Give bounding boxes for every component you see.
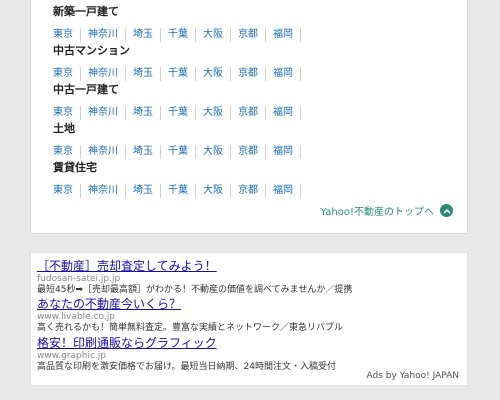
area-link-osaka[interactable]: 大阪: [196, 184, 231, 198]
area-link-chiba[interactable]: 千葉: [161, 184, 196, 198]
area-link-kyoto[interactable]: 京都: [231, 67, 266, 81]
area-link-kyoto[interactable]: 京都: [231, 145, 266, 159]
ad-title-link[interactable]: 格安！印刷通販ならグラフィック: [37, 336, 336, 351]
category-title: 賃貸住宅: [53, 161, 97, 174]
area-link-tokyo[interactable]: 東京: [53, 67, 81, 81]
area-link-kanagawa[interactable]: 神奈川: [81, 106, 126, 120]
ad-title-link[interactable]: あなたの不動産今いくら？: [37, 297, 343, 312]
category-title: 中古一戸建て: [53, 83, 119, 96]
category-rental: 賃貸住宅 東京 神奈川 埼玉 千葉 大阪 京都 福岡: [53, 161, 301, 198]
ad-item: あなたの不動産今いくら？ www.livable.co.jp 高く売れるかも！簡…: [37, 297, 343, 334]
area-link-kanagawa[interactable]: 神奈川: [81, 145, 126, 159]
area-links: 東京 神奈川 埼玉 千葉 大阪 京都 福岡: [53, 106, 301, 120]
category-title: 新築一戸建て: [53, 5, 119, 18]
ad-description: 高く売れるかも！簡単無料査定。豊富な実績とネットワーク／東急リバブル: [37, 323, 344, 333]
area-link-osaka[interactable]: 大阪: [196, 106, 231, 120]
chevron-up-circle-icon: [440, 204, 453, 217]
ad-url: www.graphic.jp: [37, 351, 106, 361]
area-link-kanagawa[interactable]: 神奈川: [81, 67, 126, 81]
area-links: 東京 神奈川 埼玉 千葉 大阪 京都 福岡: [53, 184, 301, 198]
area-link-osaka[interactable]: 大阪: [196, 145, 231, 159]
area-link-chiba[interactable]: 千葉: [161, 28, 196, 42]
area-link-fukuoka[interactable]: 福岡: [266, 67, 301, 81]
area-link-fukuoka[interactable]: 福岡: [266, 106, 301, 120]
ad-title-link[interactable]: ［不動産］売却査定してみよう！: [37, 259, 352, 274]
area-link-saitama[interactable]: 埼玉: [126, 184, 161, 198]
area-links-card: 新築一戸建て 東京 神奈川 埼玉 千葉 大阪 京都 福岡 中古マンション 東京 …: [30, 0, 468, 234]
area-link-osaka[interactable]: 大阪: [196, 28, 231, 42]
area-link-tokyo[interactable]: 東京: [53, 184, 81, 198]
area-link-saitama[interactable]: 埼玉: [126, 28, 161, 42]
top-link-label: Yahoo!不動産のトップへ: [320, 207, 434, 218]
area-link-fukuoka[interactable]: 福岡: [266, 28, 301, 42]
area-link-kyoto[interactable]: 京都: [231, 28, 266, 42]
ad-description: 最短45秒➡［売却最高額］がわかる！不動産の価値を調べてみませんか／提携: [37, 285, 353, 295]
category-land: 土地 東京 神奈川 埼玉 千葉 大阪 京都 福岡: [53, 122, 301, 159]
area-link-tokyo[interactable]: 東京: [53, 106, 81, 120]
ad-item: 格安！印刷通販ならグラフィック www.graphic.jp 高品質な印刷を激安…: [37, 336, 336, 373]
area-link-fukuoka[interactable]: 福岡: [266, 184, 301, 198]
ad-url: fudosan-satei.jp.jp: [37, 274, 121, 284]
area-link-saitama[interactable]: 埼玉: [126, 145, 161, 159]
area-link-saitama[interactable]: 埼玉: [126, 67, 161, 81]
area-link-chiba[interactable]: 千葉: [161, 67, 196, 81]
category-used-house: 中古一戸建て 東京 神奈川 埼玉 千葉 大阪 京都 福岡: [53, 83, 301, 120]
area-link-kyoto[interactable]: 京都: [231, 106, 266, 120]
area-link-osaka[interactable]: 大阪: [196, 67, 231, 81]
category-title: 中古マンション: [53, 44, 130, 57]
ads-attribution[interactable]: Ads by Yahoo! JAPAN: [366, 371, 459, 381]
area-link-fukuoka[interactable]: 福岡: [266, 145, 301, 159]
area-link-kanagawa[interactable]: 神奈川: [81, 184, 126, 198]
area-links: 東京 神奈川 埼玉 千葉 大阪 京都 福岡: [53, 145, 301, 159]
category-used-mansion: 中古マンション 東京 神奈川 埼玉 千葉 大阪 京都 福岡: [53, 44, 301, 81]
ad-item: ［不動産］売却査定してみよう！ fudosan-satei.jp.jp 最短45…: [37, 259, 352, 296]
area-link-kanagawa[interactable]: 神奈川: [81, 28, 126, 42]
ad-url: www.livable.co.jp: [37, 312, 115, 322]
area-link-saitama[interactable]: 埼玉: [126, 106, 161, 120]
area-links: 東京 神奈川 埼玉 千葉 大阪 京都 福岡: [53, 67, 301, 81]
area-link-chiba[interactable]: 千葉: [161, 145, 196, 159]
yahoo-fudosan-top-link[interactable]: Yahoo!不動産のトップへ: [321, 203, 453, 218]
area-link-kyoto[interactable]: 京都: [231, 184, 266, 198]
ad-description: 高品質な印刷を激安価格でお届け。最短当日納期、24時間注文・入稿受付: [37, 362, 337, 372]
area-link-tokyo[interactable]: 東京: [53, 28, 81, 42]
area-link-chiba[interactable]: 千葉: [161, 106, 196, 120]
ads-panel: ［不動産］売却査定してみよう！ fudosan-satei.jp.jp 最短45…: [30, 252, 468, 386]
category-new-house: 新築一戸建て 東京 神奈川 埼玉 千葉 大阪 京都 福岡: [53, 5, 301, 42]
area-link-tokyo[interactable]: 東京: [53, 145, 81, 159]
area-links: 東京 神奈川 埼玉 千葉 大阪 京都 福岡: [53, 28, 301, 42]
category-title: 土地: [53, 122, 75, 135]
